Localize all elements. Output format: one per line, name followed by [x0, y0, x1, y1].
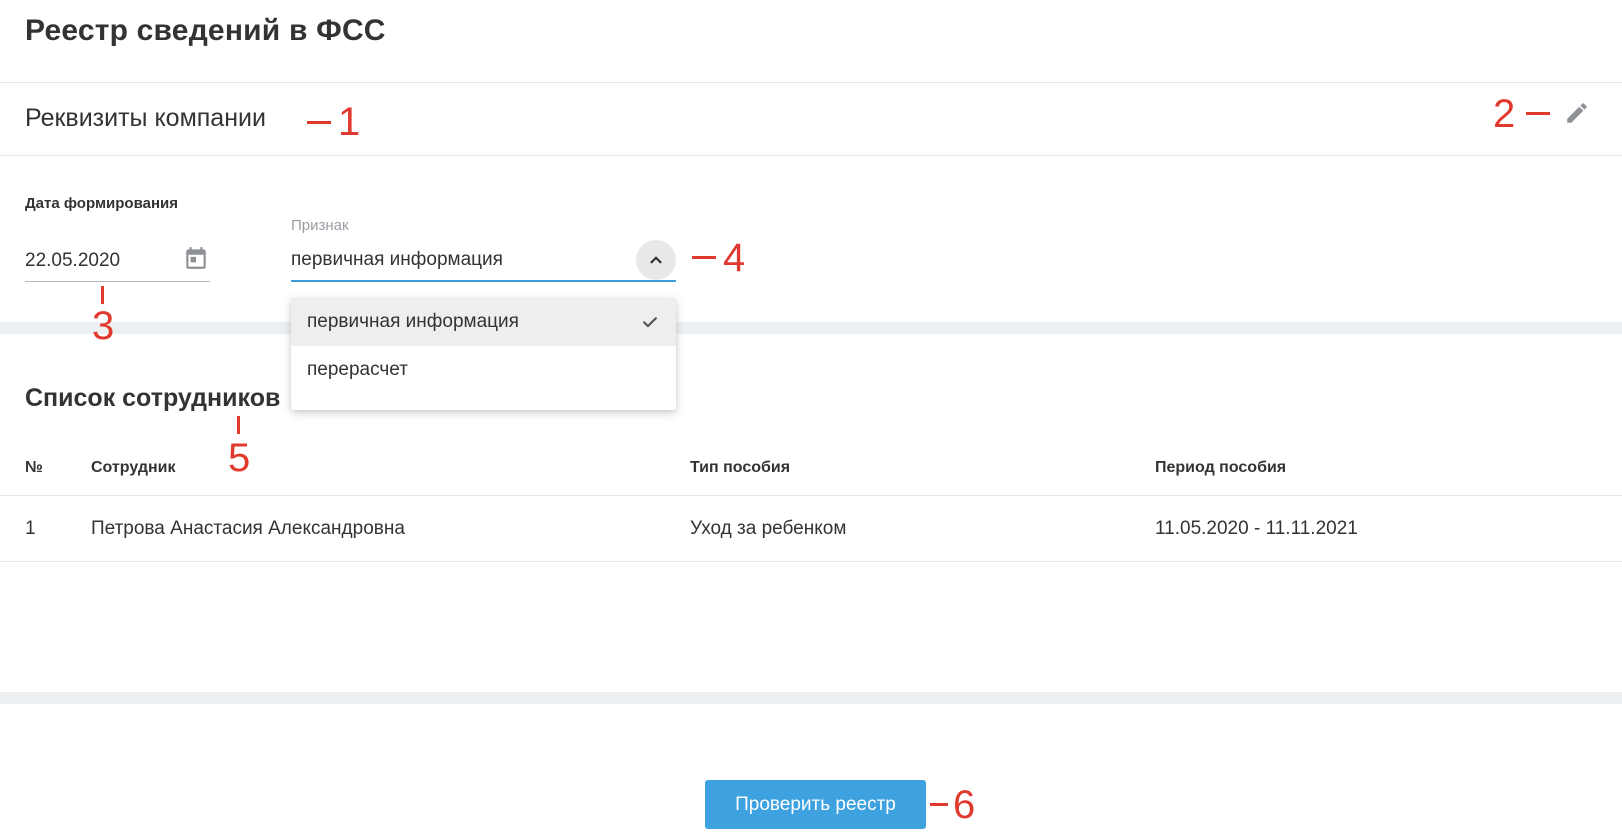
- cell-employee: Петрова Анастасия Александровна: [91, 518, 405, 539]
- company-section-title: Реквизиты компании: [25, 104, 266, 132]
- annotation-5: 5: [228, 436, 251, 480]
- pencil-icon: [1567, 103, 1587, 123]
- section-band: [0, 692, 1622, 704]
- check-icon: [643, 317, 657, 328]
- cell-benefit-period: 11.05.2020 - 11.11.2021: [1155, 518, 1358, 539]
- column-header-employee: Сотрудник: [91, 459, 176, 476]
- annotation-1: 1: [338, 100, 361, 144]
- chevron-up-icon: [650, 256, 662, 264]
- annotation-bar: [101, 286, 104, 304]
- divider: [0, 495, 1622, 496]
- annotation-2: 2: [1493, 92, 1516, 136]
- sign-dropdown: первичная информация перерасчет: [291, 298, 676, 410]
- annotation-4: 4: [723, 236, 746, 280]
- sign-label: Признак: [291, 217, 349, 234]
- annotation-dash: [692, 256, 716, 259]
- sign-select-value: первичная информация: [291, 249, 503, 270]
- dropdown-option-recalc[interactable]: перерасчет: [291, 346, 676, 394]
- dropdown-option-primary[interactable]: первичная информация: [291, 298, 676, 346]
- section-band: [0, 322, 1622, 334]
- calendar-button[interactable]: [182, 244, 210, 272]
- column-header-benefit-type: Тип пособия: [690, 459, 791, 476]
- annotation-dash: [1526, 112, 1550, 115]
- column-header-number: №: [25, 459, 43, 476]
- page-title: Реестр сведений в ФСС: [25, 14, 386, 47]
- column-header-benefit-period: Период пособия: [1155, 459, 1287, 476]
- annotation-6: 6: [953, 783, 976, 827]
- divider: [0, 82, 1622, 83]
- annotation-dash: [307, 121, 331, 124]
- cell-number: 1: [25, 518, 36, 539]
- option-label: первичная информация: [307, 311, 519, 332]
- date-label: Дата формирования: [25, 195, 178, 212]
- sign-select[interactable]: первичная информация: [291, 240, 676, 282]
- cell-benefit-type: Уход за ребенком: [690, 518, 847, 539]
- annotation-dash: [930, 803, 948, 806]
- sign-select-toggle[interactable]: [636, 240, 676, 280]
- employees-title: Список сотрудников: [25, 384, 281, 412]
- divider: [0, 155, 1622, 156]
- calendar-icon: [186, 247, 206, 269]
- edit-company-button[interactable]: [1562, 98, 1592, 128]
- check-registry-button[interactable]: Проверить реестр: [705, 780, 926, 829]
- divider: [0, 561, 1622, 562]
- annotation-3: 3: [92, 304, 115, 348]
- annotation-bar: [237, 416, 240, 434]
- option-label: перерасчет: [307, 359, 408, 380]
